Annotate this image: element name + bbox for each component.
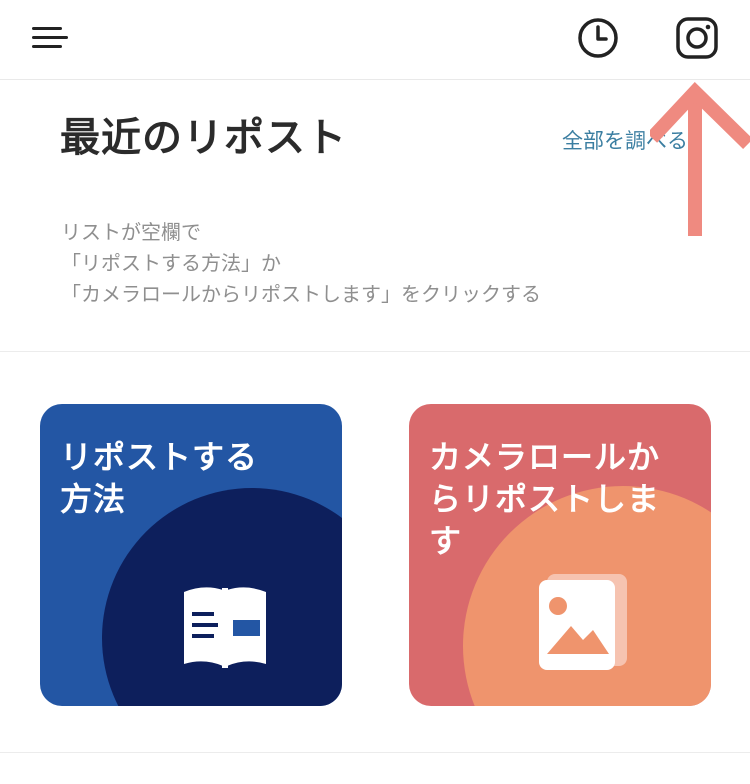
clock-icon[interactable]: [574, 14, 622, 62]
hamburger-menu-icon[interactable]: [26, 18, 74, 58]
card-title-line: す: [429, 522, 463, 560]
section-divider: [0, 752, 750, 753]
empty-message-line: リストが空欄で: [61, 220, 201, 244]
card-title-line: カメラロールか: [429, 438, 661, 476]
image-icon: [539, 574, 627, 670]
arrow-annotation: [650, 82, 750, 236]
camera-roll-title: カメラロールか らリポストしま す: [429, 436, 699, 562]
instagram-icon[interactable]: [673, 14, 721, 62]
how-to-repost-card[interactable]: リポストする 方法: [40, 404, 342, 706]
repost-from-camera-roll-card[interactable]: カメラロールか らリポストしま す: [409, 404, 711, 706]
empty-message-line: 「リポストする方法」か: [61, 251, 281, 275]
card-title-line: らリポストしま: [429, 480, 661, 518]
recent-reposts-section: 最近のリポスト 全部を調べる リストが空欄で 「リポストする方法」か 「カメラロ…: [0, 80, 750, 352]
app-header: [0, 0, 750, 80]
empty-list-message: リストが空欄で 「リポストする方法」か 「カメラロールからリポストします」をクリ…: [61, 217, 541, 310]
card-title-line: 方法: [60, 480, 127, 518]
book-icon: [184, 587, 266, 668]
recent-reposts-title: 最近のリポスト: [60, 115, 347, 161]
card-title-line: リポストする: [60, 438, 259, 476]
empty-message-line: 「カメラロールからリポストします」をクリックする: [61, 282, 541, 306]
how-to-repost-title: リポストする 方法: [60, 436, 330, 520]
